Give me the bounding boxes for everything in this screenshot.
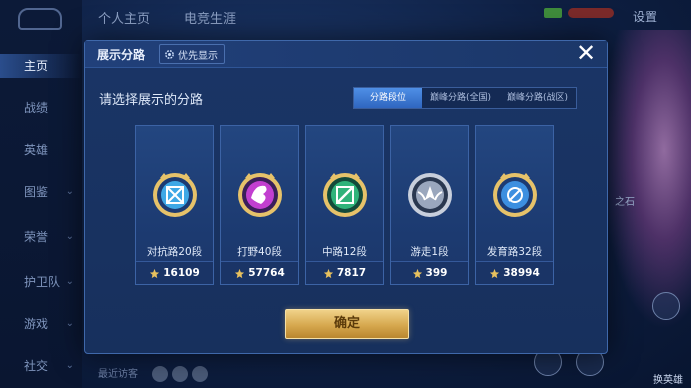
recent-visitors-label: 最近访客	[98, 369, 138, 380]
lane-tab-bar: 分路段位 巅峰分路(全国) 巅峰分路(战区)	[353, 87, 578, 109]
signal-icon	[544, 8, 562, 18]
sidebar-item-social[interactable]: 社交 ⌄	[0, 354, 82, 378]
lane-card-jungle[interactable]: 打野40段 57764	[220, 125, 299, 285]
visitor-avatar[interactable]	[172, 366, 188, 382]
priority-display-button[interactable]: 优先显示	[159, 44, 225, 64]
proficiency-icon	[490, 268, 500, 278]
jungle-beast-emblem-icon	[238, 173, 282, 217]
lane-rank-label: 发育路32段	[486, 246, 543, 258]
lane-card-bot[interactable]: 发育路32段 38994	[475, 125, 554, 285]
lane-display-dialog: 展示分路 优先显示 ✕ 请选择展示的分路 分路段位 巅峰分路(全国) 巅峰分路(…	[84, 40, 608, 354]
proficiency-icon	[150, 268, 160, 278]
tab-peak-region[interactable]: 巅峰分路(战区)	[499, 88, 576, 108]
chevron-down-icon: ⌄	[65, 276, 74, 287]
mid-lane-emblem-icon	[323, 173, 367, 217]
change-hero-button[interactable]: 换英雄	[653, 371, 683, 386]
sidebar-item-record[interactable]: 战绩	[0, 96, 82, 120]
lane-score: 7817	[306, 261, 383, 284]
sidebar-item-label: 护卫队	[24, 275, 61, 289]
sidebar-item-label: 游戏	[24, 317, 49, 331]
sidebar-item-honor[interactable]: 荣誉 ⌄	[0, 225, 82, 249]
sidebar-item-heroes[interactable]: 英雄	[0, 138, 82, 162]
selection-prompt: 请选择展示的分路	[99, 93, 204, 108]
sword-cross-emblem-icon	[153, 173, 197, 217]
confirm-button[interactable]: 确定	[285, 309, 409, 339]
lane-score: 16109	[136, 261, 213, 284]
lane-score-value: 57764	[248, 267, 285, 279]
hero-action-button[interactable]	[652, 292, 680, 320]
visitor-avatar[interactable]	[192, 366, 208, 382]
lane-score: 399	[391, 261, 468, 284]
sidebar-item-guard[interactable]: 护卫队 ⌄	[0, 270, 82, 294]
hero-artwork	[601, 30, 691, 330]
gear-icon	[165, 49, 174, 59]
chevron-down-icon: ⌄	[65, 318, 74, 329]
sidebar-item-label: 主页	[24, 59, 49, 73]
tab-peak-national[interactable]: 巅峰分路(全国)	[422, 88, 499, 108]
lane-rank-label: 中路12段	[322, 246, 367, 258]
bot-lane-emblem-icon	[493, 173, 537, 217]
lane-score: 38994	[476, 261, 553, 284]
sidebar-item-home[interactable]: 主页	[0, 54, 82, 78]
sidebar-item-label: 图鉴	[24, 185, 49, 199]
visitor-avatar[interactable]	[152, 366, 168, 382]
chevron-down-icon: ⌄	[65, 231, 74, 242]
sidebar-item-label: 战绩	[24, 101, 49, 115]
tab-profile[interactable]: 个人主页	[98, 8, 150, 27]
game-logo	[18, 8, 62, 30]
currency-badge	[568, 8, 614, 18]
chevron-down-icon: ⌄	[65, 360, 74, 371]
sidebar-item-games[interactable]: 游戏 ⌄	[0, 312, 82, 336]
proficiency-icon	[323, 268, 333, 278]
proficiency-icon	[412, 268, 422, 278]
lane-card-roam[interactable]: 游走1段 399	[390, 125, 469, 285]
chevron-down-icon: ⌄	[65, 186, 74, 197]
sidebar-item-label: 荣誉	[24, 230, 49, 244]
main-sidebar: 主页 战绩 英雄 图鉴 ⌄ 荣誉 ⌄ 护卫队 ⌄ 游戏 ⌄ 社交 ⌄	[0, 0, 82, 388]
settings-button[interactable]: 设置	[633, 8, 657, 25]
roam-wings-emblem-icon	[408, 173, 452, 217]
lane-score-value: 7817	[336, 267, 367, 279]
proficiency-icon	[235, 268, 245, 278]
rank-text: 之石	[615, 197, 635, 208]
lane-rank-label: 游走1段	[410, 246, 449, 258]
lane-score: 57764	[221, 261, 298, 284]
lane-score-value: 16109	[163, 267, 200, 279]
sidebar-item-label: 英雄	[24, 143, 49, 157]
lane-score-value: 38994	[503, 267, 540, 279]
priority-display-label: 优先显示	[178, 50, 218, 62]
close-icon[interactable]: ✕	[573, 40, 599, 66]
lane-rank-label: 对抗路20段	[146, 246, 203, 258]
tab-lane-rank[interactable]: 分路段位	[354, 88, 423, 108]
sidebar-item-label: 社交	[24, 359, 49, 373]
dialog-title: 展示分路	[97, 48, 146, 62]
lane-rank-label: 打野40段	[237, 246, 282, 258]
sidebar-item-codex[interactable]: 图鉴 ⌄	[0, 180, 82, 204]
lane-card-list: 对抗路20段 16109 打野40段 57764 中路12段 7817 游走1段…	[135, 125, 554, 285]
dialog-header: 展示分路 优先显示 ✕	[85, 40, 607, 68]
lane-card-top[interactable]: 对抗路20段 16109	[135, 125, 214, 285]
lane-card-mid[interactable]: 中路12段 7817	[305, 125, 384, 285]
tab-esports[interactable]: 电竞生涯	[184, 8, 236, 27]
lane-score-value: 399	[425, 267, 448, 279]
